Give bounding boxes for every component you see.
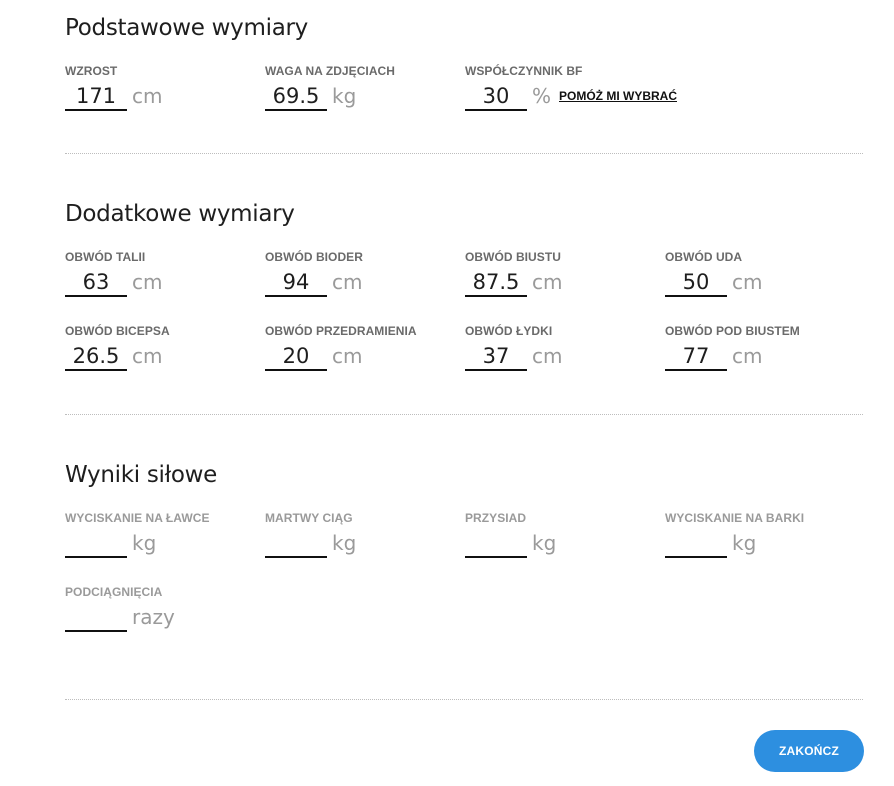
thigh-label: OBWÓD UDA xyxy=(665,250,743,264)
biceps-unit: cm xyxy=(132,344,163,368)
divider-basic xyxy=(65,153,863,154)
thigh-input[interactable] xyxy=(665,269,727,297)
forearm-input[interactable] xyxy=(265,343,327,371)
bench-press-label: WYCISKANIE NA ŁAWCE xyxy=(65,511,210,525)
hips-unit: cm xyxy=(332,270,363,294)
field-deadlift: MARTWY CIĄG kg xyxy=(265,511,455,573)
deadlift-label: MARTWY CIĄG xyxy=(265,511,353,525)
weight-label: WAGA NA ZDJĘCIACH xyxy=(265,64,395,78)
forearm-unit: cm xyxy=(332,344,363,368)
pullups-input[interactable] xyxy=(65,604,127,632)
body-fat-input[interactable] xyxy=(465,83,527,111)
field-thigh: OBWÓD UDA cm xyxy=(665,250,855,312)
finish-button[interactable]: ZAKOŃCZ xyxy=(754,730,864,772)
bench-press-unit: kg xyxy=(132,531,157,555)
pullups-unit: razy xyxy=(132,605,175,629)
deadlift-input[interactable] xyxy=(265,530,327,558)
weight-input[interactable] xyxy=(265,83,327,111)
bench-press-input[interactable] xyxy=(65,530,127,558)
help-me-choose-link[interactable]: POMÓŻ MI WYBRAĆ xyxy=(559,89,677,103)
field-bust: OBWÓD BIUSTU cm xyxy=(465,250,655,312)
hips-label: OBWÓD BIODER xyxy=(265,250,363,264)
field-forearm: OBWÓD PRZEDRAMIENIA cm xyxy=(265,324,455,386)
thigh-unit: cm xyxy=(732,270,763,294)
height-unit: cm xyxy=(132,84,163,108)
height-label: WZROST xyxy=(65,64,118,78)
waist-input[interactable] xyxy=(65,269,127,297)
underbust-input[interactable] xyxy=(665,343,727,371)
section-title-additional: Dodatkowe wymiary xyxy=(65,201,295,227)
pullups-label: PODCIĄGNIĘCIA xyxy=(65,585,163,599)
divider-strength xyxy=(65,699,863,700)
body-fat-label: WSPÓŁCZYNNIK BF xyxy=(465,64,583,78)
field-weight: WAGA NA ZDJĘCIACH kg xyxy=(265,64,455,126)
field-waist: OBWÓD TALII cm xyxy=(65,250,255,312)
bust-label: OBWÓD BIUSTU xyxy=(465,250,561,264)
deadlift-unit: kg xyxy=(332,531,357,555)
bust-unit: cm xyxy=(532,270,563,294)
calf-unit: cm xyxy=(532,344,563,368)
calf-input[interactable] xyxy=(465,343,527,371)
calf-label: OBWÓD ŁYDKI xyxy=(465,324,553,338)
field-biceps: OBWÓD BICEPSA cm xyxy=(65,324,255,386)
waist-unit: cm xyxy=(132,270,163,294)
field-body-fat: WSPÓŁCZYNNIK BF % POMÓŻ MI WYBRAĆ xyxy=(465,64,725,126)
hips-input[interactable] xyxy=(265,269,327,297)
field-height: WZROST cm xyxy=(65,64,255,126)
height-input[interactable] xyxy=(65,83,127,111)
waist-label: OBWÓD TALII xyxy=(65,250,146,264)
field-pullups: PODCIĄGNIĘCIA razy xyxy=(65,585,255,647)
shoulder-press-input[interactable] xyxy=(665,530,727,558)
forearm-label: OBWÓD PRZEDRAMIENIA xyxy=(265,324,417,338)
body-fat-unit: % xyxy=(532,84,552,108)
shoulder-press-label: WYCISKANIE NA BARKI xyxy=(665,511,805,525)
field-calf: OBWÓD ŁYDKI cm xyxy=(465,324,655,386)
divider-additional xyxy=(65,414,863,415)
bust-input[interactable] xyxy=(465,269,527,297)
section-title-strength: Wyniki siłowe xyxy=(65,462,217,488)
biceps-label: OBWÓD BICEPSA xyxy=(65,324,170,338)
field-underbust: OBWÓD POD BIUSTEM cm xyxy=(665,324,855,386)
biceps-input[interactable] xyxy=(65,343,127,371)
squat-unit: kg xyxy=(532,531,557,555)
field-shoulder-press: WYCISKANIE NA BARKI kg xyxy=(665,511,855,573)
weight-unit: kg xyxy=(332,84,357,108)
squat-input[interactable] xyxy=(465,530,527,558)
section-title-basic: Podstawowe wymiary xyxy=(65,15,308,41)
field-bench-press: WYCISKANIE NA ŁAWCE kg xyxy=(65,511,255,573)
field-hips: OBWÓD BIODER cm xyxy=(265,250,455,312)
shoulder-press-unit: kg xyxy=(732,531,757,555)
underbust-label: OBWÓD POD BIUSTEM xyxy=(665,324,800,338)
field-squat: PRZYSIAD kg xyxy=(465,511,655,573)
underbust-unit: cm xyxy=(732,344,763,368)
squat-label: PRZYSIAD xyxy=(465,511,527,525)
